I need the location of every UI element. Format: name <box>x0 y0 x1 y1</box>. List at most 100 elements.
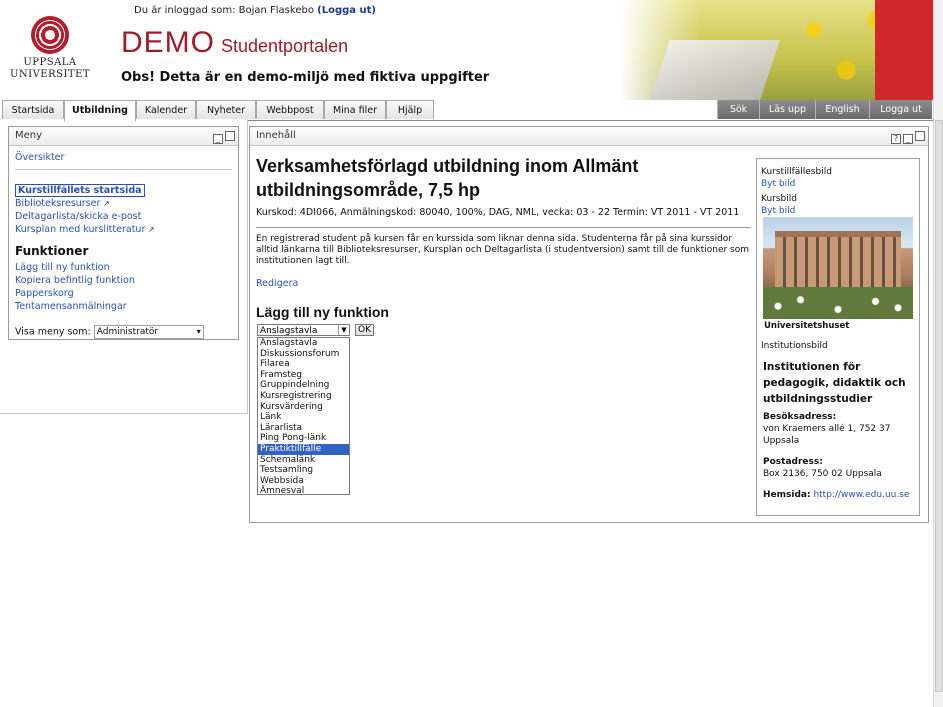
tab-hjalp[interactable]: Hjälp <box>386 100 434 119</box>
main-navigation: Startsida Utbildning Kalender Nyheter We… <box>0 100 943 121</box>
dropdown-option[interactable]: Webbsida <box>258 476 349 487</box>
edit-link[interactable]: Redigera <box>256 278 298 289</box>
dropdown-option[interactable]: Ping Pong-länk <box>258 433 349 444</box>
visit-address-block: Besöksadress: von Kraemers allé 1, 752 3… <box>763 411 915 447</box>
course-image-label: Kurstillfällesbild <box>761 167 832 177</box>
dropdown-option[interactable]: Anslagstavla <box>258 338 349 349</box>
content-panel: Innehåll ? _ Verksamhetsförlagd utbildnin… <box>249 126 929 523</box>
maximize-icon[interactable] <box>915 131 925 141</box>
institution-image-label: Institutionsbild <box>761 341 828 351</box>
chevron-down-icon[interactable]: ▼ <box>338 325 349 335</box>
demo-notice: Obs! Detta är en demo-miljö med fiktiva … <box>121 70 490 85</box>
post-address: Box 2136, 750 02 Uppsala <box>763 469 882 479</box>
change-course-image-link[interactable]: Byt bild <box>761 179 795 189</box>
page-header: UPPSALA UNIVERSITET Du är inloggad som: … <box>0 0 943 100</box>
dropdown-option[interactable]: Diskussionsforum <box>258 349 349 360</box>
course-meta: Kurskod: 4DI066, Anmälningskod: 80040, 1… <box>256 207 740 218</box>
add-function-link[interactable]: Lägg till ny funktion <box>15 261 232 274</box>
institution-name: Institutionen för pedagogik, didaktik oc… <box>763 361 906 405</box>
portal-title-name: Studentportalen <box>221 36 349 56</box>
course-image-block: Kurstillfällesbild Byt bild Kursbild Byt… <box>761 167 832 217</box>
dropdown-option[interactable]: Kursvärdering <box>258 402 349 413</box>
english-button[interactable]: English <box>815 100 869 119</box>
homepage-block: Hemsida: http://www.edu.uu.se <box>763 489 915 501</box>
logout-button[interactable]: Logga ut <box>869 100 932 119</box>
copy-function-link[interactable]: Kopiera befintlig funktion <box>15 274 232 287</box>
minimize-icon[interactable]: _ <box>903 134 913 144</box>
tab-utbildning[interactable]: Utbildning <box>64 100 136 121</box>
portal-title-demo: DEMO <box>121 26 215 59</box>
search-button[interactable]: Sök <box>717 100 759 119</box>
university-name-line1: UPPSALA <box>23 57 77 68</box>
content-window-controls: ? _ <box>889 130 925 148</box>
university-building-photo <box>763 217 913 319</box>
page-scrollbar-thumb[interactable] <box>935 120 943 692</box>
menu-overview-link[interactable]: Översikter <box>15 151 232 164</box>
menu-current-course-start[interactable]: Kurstillfällets startsida <box>15 184 145 197</box>
post-address-block: Postadress: Box 2136, 750 02 Uppsala <box>763 456 915 480</box>
menu-panel-header: Meny _ <box>9 127 238 146</box>
dropdown-option[interactable]: Gruppindelning <box>258 380 349 391</box>
menu-library-link[interactable]: Biblioteksresurser <box>15 197 232 210</box>
dropdown-option-highlighted[interactable]: Praktiktillfälle <box>258 443 349 455</box>
dropdown-option[interactable]: Länk <box>258 412 349 423</box>
dropdown-option[interactable]: Framsteg <box>258 370 349 381</box>
university-name: UPPSALA UNIVERSITET <box>8 57 92 81</box>
menu-syllabus-link[interactable]: Kursplan med kurslitteratur <box>15 223 232 236</box>
minimize-icon[interactable]: _ <box>213 134 223 144</box>
content-panel-header: Innehåll ? _ <box>250 127 928 146</box>
tab-mina-filer[interactable]: Mina filer <box>324 100 386 119</box>
menu-window-controls: _ <box>211 130 235 148</box>
read-aloud-button[interactable]: Läs upp <box>759 100 815 119</box>
exam-registration-link[interactable]: Tentamensanmälningar <box>15 300 232 313</box>
menu-divider <box>15 169 232 170</box>
tab-kalender[interactable]: Kalender <box>136 100 196 119</box>
view-menu-as-row: Visa meny som: Administratör <box>15 325 232 339</box>
post-address-label: Postadress: <box>763 457 823 467</box>
visit-address-label: Besöksadress: <box>763 412 837 422</box>
course-description: En registrerad student på kursen får en … <box>256 234 750 266</box>
help-icon[interactable]: ? <box>891 134 901 144</box>
ok-button[interactable]: OK <box>355 324 374 336</box>
function-type-select-value: Anslagstavla <box>260 326 318 336</box>
menu-body: Översikter Kurstillfällets startsida Bib… <box>9 146 238 344</box>
content-panel-title: Innehåll <box>256 130 296 141</box>
laptop-image <box>650 40 780 100</box>
content-divider <box>256 227 751 228</box>
maximize-icon[interactable] <box>225 131 235 141</box>
function-type-dropdown-list[interactable]: Anslagstavla Diskussionsforum Filarea Fr… <box>257 337 350 495</box>
building-image <box>775 231 901 287</box>
menu-participants-link[interactable]: Deltagarlista/skicka e-post <box>15 210 232 223</box>
dropdown-option[interactable]: Filarea <box>258 359 349 370</box>
university-name-line2: UNIVERSITET <box>9 69 91 80</box>
flowers-image <box>763 287 913 319</box>
logout-link[interactable]: (Logga ut) <box>317 5 376 16</box>
view-menu-as-select[interactable]: Administratör <box>93 325 204 339</box>
change-course-picture-link[interactable]: Byt bild <box>761 206 795 216</box>
dropdown-option[interactable]: Schemalänk <box>258 455 349 466</box>
dropdown-option[interactable]: Testsamling <box>258 465 349 476</box>
view-menu-as-label: Visa meny som: <box>15 326 91 338</box>
tab-nyheter[interactable]: Nyheter <box>196 100 256 119</box>
dropdown-option[interactable]: Kursregistrering <box>258 391 349 402</box>
dropdown-option[interactable]: Lärarlista <box>258 423 349 434</box>
photo-caption: Universitetshuset <box>764 321 850 331</box>
header-banner-image <box>620 0 943 100</box>
course-info-box: Kurstillfällesbild Byt bild Kursbild Byt… <box>756 158 920 516</box>
homepage-label: Hemsida: <box>763 490 811 500</box>
dropdown-option[interactable]: Ämnesval <box>258 486 349 494</box>
visit-address: von Kraemers allé 1, 752 37 Uppsala <box>763 424 891 446</box>
logged-in-text: Du är inloggad som: Bojan Flaskebo <box>134 5 314 16</box>
menu-panel-title: Meny <box>15 130 43 141</box>
course-picture-label: Kursbild <box>761 194 797 204</box>
course-title: Verksamhetsförlagd utbildning inom Allmä… <box>256 156 639 200</box>
function-type-select[interactable]: Anslagstavla ▼ <box>257 324 350 336</box>
homepage-link[interactable]: http://www.edu.uu.se <box>813 490 909 500</box>
menu-panel: Meny _ Översikter Kurstillfällets starts… <box>8 126 239 340</box>
add-function-heading: Lägg till ny funktion <box>256 304 389 320</box>
tab-webbpost[interactable]: Webbpost <box>256 100 324 119</box>
trash-link[interactable]: Papperskorg <box>15 287 232 300</box>
portal-title: DEMO Studentportalen <box>121 26 348 60</box>
tab-startsida[interactable]: Startsida <box>2 100 64 119</box>
functions-heading: Funktioner <box>15 244 89 258</box>
